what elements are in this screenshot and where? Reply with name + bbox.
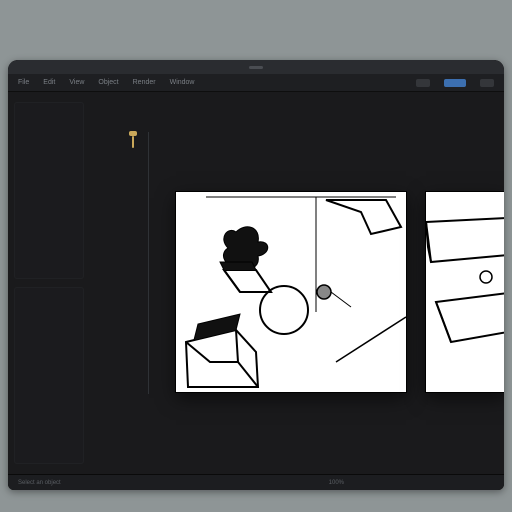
menu-render[interactable]: Render <box>133 79 156 86</box>
left-toolbar[interactable] <box>14 102 84 464</box>
canvas-secondary[interactable] <box>426 192 504 392</box>
menu-view[interactable]: View <box>69 79 84 86</box>
playhead-icon[interactable] <box>132 136 134 148</box>
canvas-primary[interactable] <box>176 192 406 392</box>
window-titlebar[interactable] <box>8 60 504 74</box>
status-zoom[interactable]: 100% <box>329 480 344 486</box>
sketch-drawing-b <box>426 192 504 392</box>
statusbar: Select an object 100% <box>8 474 504 490</box>
guide-line <box>148 132 149 394</box>
menubar[interactable]: File Edit View Object Render Window <box>8 74 504 92</box>
mode-chip[interactable] <box>416 79 430 87</box>
status-hint: Select an object <box>18 480 61 486</box>
menu-object[interactable]: Object <box>98 79 118 86</box>
accent-pill[interactable] <box>444 79 466 87</box>
workspace <box>8 92 504 474</box>
tool-panel-b[interactable] <box>14 287 84 464</box>
tool-panel-a[interactable] <box>14 102 84 279</box>
sketch-drawing <box>176 192 406 392</box>
tool-chip[interactable] <box>480 79 494 87</box>
camera-notch-icon <box>249 66 263 69</box>
app-window: File Edit View Object Render Window <box>8 60 504 490</box>
menu-edit[interactable]: Edit <box>43 79 55 86</box>
menu-file[interactable]: File <box>18 79 29 86</box>
menu-window[interactable]: Window <box>170 79 195 86</box>
